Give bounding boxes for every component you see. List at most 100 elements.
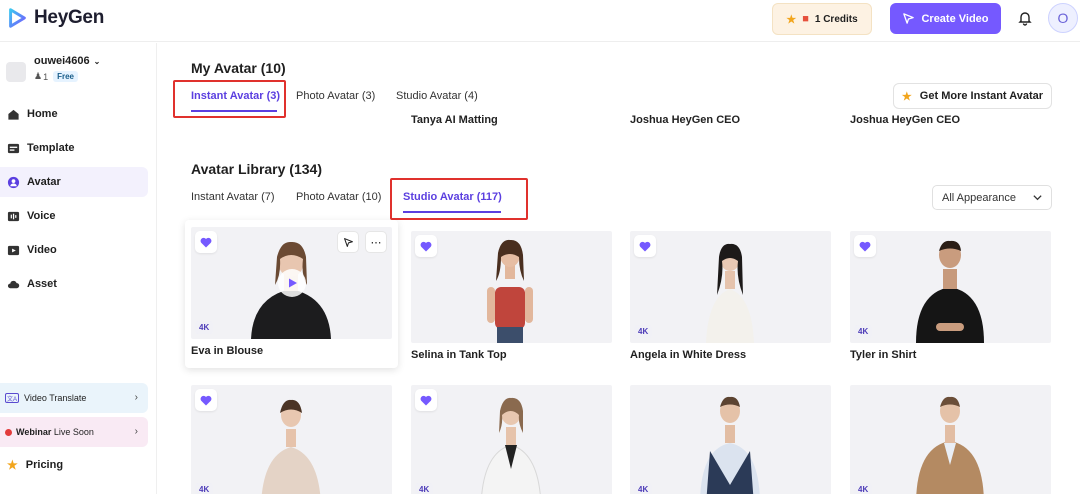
person-vest-image [700, 396, 760, 494]
avatar-card-selina[interactable]: Selina in Tank Top [411, 231, 612, 361]
user-switcher[interactable]: ouwei4606 ⌄ ♟ 1 Free [6, 55, 100, 82]
tab-my-studio-avatar[interactable]: Studio Avatar (4) [396, 90, 478, 102]
avatar-card-eva[interactable]: ⋯ 4K Eva in Blouse [191, 227, 392, 357]
sidebar-item-label: Voice [27, 210, 56, 222]
quality-badge: 4K [634, 483, 653, 494]
avatar-thumbnail[interactable]: 4K [630, 231, 831, 343]
quality-badge: 4K [415, 483, 434, 494]
more-options-button[interactable]: ⋯ [365, 231, 387, 253]
avatar-icon [7, 176, 20, 188]
heygen-logo-icon [9, 8, 26, 28]
avatar-name: Selina in Tank Top [411, 349, 507, 361]
person-selina-image [487, 239, 533, 343]
favorite-button[interactable] [195, 231, 217, 253]
sidebar-item-video[interactable]: Video [0, 235, 148, 265]
avatar-card[interactable]: 4K [191, 385, 392, 494]
account-avatar[interactable]: O [1048, 3, 1078, 33]
avatar-card[interactable]: 4K [850, 385, 1051, 494]
gift-icon: ■ [802, 13, 809, 25]
credits-button[interactable]: ★ ■ 1 Credits [772, 3, 872, 35]
quality-badge: 4K [854, 483, 873, 494]
members-icon: ♟ [34, 71, 43, 81]
tab-library-instant-avatar[interactable]: Instant Avatar (7) [191, 191, 275, 203]
favorite-button[interactable] [415, 235, 437, 257]
chevron-right-icon: › [134, 426, 138, 437]
avatar-card-angela[interactable]: 4K Angela in White Dress [630, 231, 831, 361]
video-translate-promo[interactable]: 文A Video Translate › [0, 383, 148, 413]
sidebar-item-voice[interactable]: Voice [0, 201, 148, 231]
chevron-down-icon: ⌄ [93, 56, 101, 66]
workspace-avatar [6, 62, 26, 82]
create-video-label: Create Video [921, 12, 989, 25]
avatar-thumbnail[interactable]: ⋯ 4K [191, 227, 392, 339]
ellipsis-icon: ⋯ [370, 236, 382, 249]
pricing-label: Pricing [25, 459, 64, 471]
webinar-promo[interactable]: Webinar Live Soon › [0, 417, 148, 447]
play-button[interactable] [278, 269, 306, 297]
chevron-right-icon: › [134, 392, 138, 403]
live-dot-icon [5, 428, 12, 436]
sidebar-item-label: Avatar [27, 176, 61, 188]
top-bar: HeyGen ★ ■ 1 Credits Create Video O [0, 0, 1080, 42]
translate-icon: 文A [5, 393, 19, 403]
heart-icon [639, 241, 651, 251]
favorite-button[interactable] [195, 389, 217, 411]
sidebar-item-home[interactable]: Home [0, 99, 148, 129]
avatar-thumbnail[interactable]: 4K [850, 231, 1051, 343]
favorite-button[interactable] [854, 235, 876, 257]
cursor-icon [343, 237, 353, 247]
bell-icon[interactable] [1017, 10, 1033, 26]
heart-icon [200, 395, 212, 405]
sidebar-item-template[interactable]: Template [0, 133, 148, 163]
video-icon [7, 245, 20, 255]
my-avatar-title: My Avatar (10) [191, 60, 286, 76]
avatar-thumbnail[interactable] [411, 231, 612, 343]
sidebar-item-pricing[interactable]: ★ Pricing [7, 458, 63, 472]
highlight-box [173, 80, 286, 118]
get-more-instant-avatar-button[interactable]: ★ Get More Instant Avatar [893, 83, 1052, 109]
create-with-avatar-button[interactable] [337, 231, 359, 253]
create-video-button[interactable]: Create Video [890, 3, 1001, 34]
quality-badge: 4K [854, 325, 873, 338]
sidebar: ouwei4606 ⌄ ♟ 1 Free Home Template Avatar… [0, 43, 157, 494]
person-camel-coat-image [916, 396, 984, 494]
template-icon [7, 143, 20, 153]
member-count: 1 [43, 71, 49, 82]
favorite-button[interactable] [415, 389, 437, 411]
avatar-name: Tyler in Shirt [850, 349, 917, 361]
account-initial: O [1057, 10, 1069, 26]
webinar-label: Webinar [16, 427, 52, 437]
webinar-status: Live Soon [53, 427, 94, 437]
avatar-thumbnail[interactable]: 4K [191, 385, 392, 494]
heygen-logo[interactable]: HeyGen [6, 7, 104, 29]
sidebar-item-avatar[interactable]: Avatar [0, 167, 148, 197]
avatar-card-tyler[interactable]: 4K Tyler in Shirt [850, 231, 1051, 361]
coin-icon: ★ [901, 90, 912, 103]
avatar-thumbnail[interactable]: 4K [411, 385, 612, 494]
avatar-thumbnail[interactable]: 4K [630, 385, 831, 494]
tab-my-photo-avatar[interactable]: Photo Avatar (3) [296, 90, 375, 102]
voice-icon [7, 211, 20, 221]
sidebar-item-asset[interactable]: Asset [0, 269, 148, 299]
favorite-button[interactable] [634, 235, 656, 257]
avatar-card[interactable]: 4K [630, 385, 831, 494]
person-tyler-image [916, 240, 984, 343]
heart-icon [200, 237, 212, 247]
cloud-icon [7, 280, 20, 288]
avatar-name: Angela in White Dress [630, 349, 747, 361]
home-icon [8, 109, 19, 120]
tab-library-photo-avatar[interactable]: Photo Avatar (10) [296, 191, 381, 203]
heart-icon [859, 241, 871, 251]
sidebar-item-label: Asset [27, 278, 57, 290]
video-translate-label: Video Translate [24, 393, 87, 403]
quality-badge: 4K [634, 325, 653, 338]
sidebar-item-label: Template [27, 142, 75, 154]
cursor-icon [903, 13, 915, 24]
avatar-thumbnail[interactable]: 4K [850, 385, 1051, 494]
appearance-filter-select[interactable]: All Appearance [932, 185, 1052, 210]
heart-icon [420, 241, 432, 251]
pricing-coin-icon: ★ [7, 458, 18, 472]
user-name: ouwei4606 [34, 55, 90, 67]
get-more-label: Get More Instant Avatar [919, 90, 1044, 102]
avatar-card[interactable]: 4K [411, 385, 612, 494]
